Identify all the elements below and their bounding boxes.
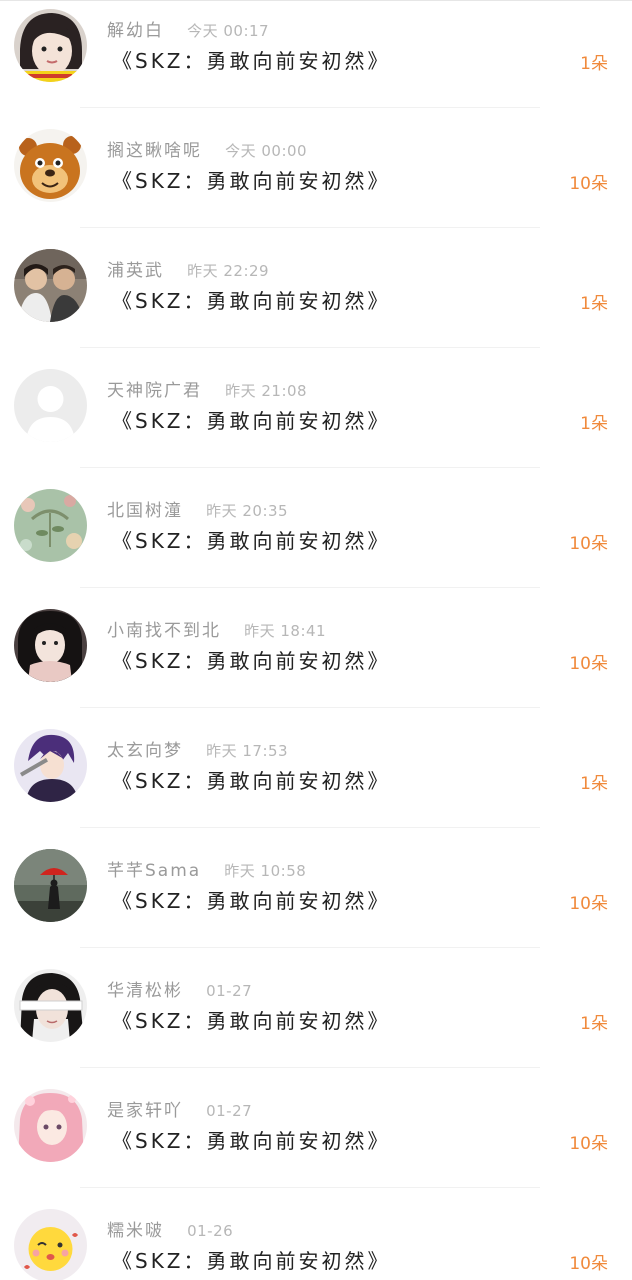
sender-line: 芊芊Sama 昨天 10:58 (107, 859, 306, 883)
divider (80, 707, 540, 708)
timestamp: 昨天 10:58 (224, 862, 307, 880)
list-item[interactable]: 是家轩吖 01-27 《SKZ：勇敢向前安初然》 10朵 (0, 1081, 632, 1201)
avatar[interactable] (14, 609, 87, 682)
sender-name[interactable]: 糯米啵 (107, 1221, 164, 1241)
timestamp: 01-27 (206, 1102, 253, 1120)
timestamp: 01-26 (187, 1222, 234, 1240)
flower-count: 10朵 (569, 174, 608, 194)
sender-name[interactable]: 解幼白 (107, 21, 164, 41)
sender-line: 华清松彬 01-27 (107, 979, 252, 1003)
sender-line: 北国树潼 昨天 20:35 (107, 499, 288, 523)
gift-title: 《SKZ：勇敢向前安初然》 (112, 1009, 391, 1033)
avatar[interactable] (14, 369, 87, 442)
gift-title: 《SKZ：勇敢向前安初然》 (112, 769, 391, 793)
sender-line: 小南找不到北 昨天 18:41 (107, 619, 326, 643)
gift-list: 解幼白 今天 00:17 《SKZ：勇敢向前安初然》 1朵 搁这瞅啥呢 今天 0… (0, 0, 632, 1280)
gift-title: 《SKZ：勇敢向前安初然》 (112, 889, 391, 913)
avatar[interactable] (14, 9, 87, 82)
timestamp: 01-27 (206, 982, 253, 1000)
list-item[interactable]: 北国树潼 昨天 20:35 《SKZ：勇敢向前安初然》 10朵 (0, 481, 632, 601)
flower-count: 10朵 (569, 1254, 608, 1274)
sender-name[interactable]: 太玄向梦 (107, 741, 183, 761)
avatar[interactable] (14, 249, 87, 322)
avatar[interactable] (14, 729, 87, 802)
avatar[interactable] (14, 129, 87, 202)
avatar[interactable] (14, 849, 87, 922)
sender-name[interactable]: 浦英武 (107, 261, 164, 281)
divider (80, 1067, 540, 1068)
avatar[interactable] (14, 1089, 87, 1162)
avatar[interactable] (14, 489, 87, 562)
default-avatar (14, 369, 87, 442)
timestamp: 昨天 21:08 (225, 382, 308, 400)
sender-line: 浦英武 昨天 22:29 (107, 259, 269, 283)
pink-hair-avatar (14, 1089, 87, 1162)
sender-line: 解幼白 今天 00:17 (107, 19, 269, 43)
divider (80, 1187, 540, 1188)
divider (80, 107, 540, 108)
list-item[interactable]: 浦英武 昨天 22:29 《SKZ：勇敢向前安初然》 1朵 (0, 241, 632, 361)
girl-scarf-avatar (14, 609, 87, 682)
sender-name[interactable]: 小南找不到北 (107, 621, 221, 641)
couple-photo-avatar (14, 249, 87, 322)
gift-title: 《SKZ：勇敢向前安初然》 (112, 1129, 391, 1153)
avatar[interactable] (14, 1209, 87, 1280)
girl-photo-avatar (14, 9, 87, 82)
flower-count: 1朵 (580, 294, 608, 314)
blindfold-girl-avatar (14, 969, 87, 1042)
divider (80, 587, 540, 588)
flower-count: 10朵 (569, 1134, 608, 1154)
gift-title: 《SKZ：勇敢向前安初然》 (112, 289, 391, 313)
list-item[interactable]: 芊芊Sama 昨天 10:58 《SKZ：勇敢向前安初然》 10朵 (0, 841, 632, 961)
list-item[interactable]: 华清松彬 01-27 《SKZ：勇敢向前安初然》 1朵 (0, 961, 632, 1081)
sender-name[interactable]: 是家轩吖 (107, 1101, 183, 1121)
list-item[interactable]: 解幼白 今天 00:17 《SKZ：勇敢向前安初然》 1朵 (0, 1, 632, 121)
gift-title: 《SKZ：勇敢向前安初然》 (112, 529, 391, 553)
timestamp: 昨天 20:35 (206, 502, 289, 520)
divider (80, 947, 540, 948)
gift-title: 《SKZ：勇敢向前安初然》 (112, 169, 391, 193)
gift-title: 《SKZ：勇敢向前安初然》 (112, 49, 391, 73)
flower-count: 10朵 (569, 654, 608, 674)
list-item[interactable]: 天神院广君 昨天 21:08 《SKZ：勇敢向前安初然》 1朵 (0, 361, 632, 481)
divider (80, 227, 540, 228)
sender-name[interactable]: 天神院广君 (107, 381, 202, 401)
umbrella-avatar (14, 849, 87, 922)
cartoon-bear-avatar (14, 129, 87, 202)
timestamp: 昨天 18:41 (244, 622, 327, 640)
list-item[interactable]: 糯米啵 01-26 《SKZ：勇敢向前安初然》 10朵 (0, 1201, 632, 1280)
sender-name[interactable]: 搁这瞅啥呢 (107, 141, 202, 161)
divider (80, 347, 540, 348)
timestamp: 今天 00:17 (187, 22, 270, 40)
gift-title: 《SKZ：勇敢向前安初然》 (112, 649, 391, 673)
sender-line: 搁这瞅啥呢 今天 00:00 (107, 139, 307, 163)
sender-line: 天神院广君 昨天 21:08 (107, 379, 307, 403)
list-item[interactable]: 太玄向梦 昨天 17:53 《SKZ：勇敢向前安初然》 1朵 (0, 721, 632, 841)
sender-line: 是家轩吖 01-27 (107, 1099, 252, 1123)
floral-pattern-avatar (14, 489, 87, 562)
sender-name[interactable]: 华清松彬 (107, 981, 183, 1001)
list-item[interactable]: 搁这瞅啥呢 今天 00:00 《SKZ：勇敢向前安初然》 10朵 (0, 121, 632, 241)
list-item[interactable]: 小南找不到北 昨天 18:41 《SKZ：勇敢向前安初然》 10朵 (0, 601, 632, 721)
sender-line: 糯米啵 01-26 (107, 1219, 233, 1243)
sender-line: 太玄向梦 昨天 17:53 (107, 739, 288, 763)
flower-count: 1朵 (580, 54, 608, 74)
gift-title: 《SKZ：勇敢向前安初然》 (112, 1249, 391, 1273)
flower-count: 1朵 (580, 1014, 608, 1034)
flower-count: 10朵 (569, 894, 608, 914)
avatar[interactable] (14, 969, 87, 1042)
timestamp: 昨天 17:53 (206, 742, 289, 760)
gift-title: 《SKZ：勇敢向前安初然》 (112, 409, 391, 433)
sender-name[interactable]: 北国树潼 (107, 501, 183, 521)
divider (80, 467, 540, 468)
cute-emoji-avatar (14, 1209, 87, 1280)
timestamp: 今天 00:00 (225, 142, 308, 160)
divider (80, 827, 540, 828)
flower-count: 1朵 (580, 414, 608, 434)
timestamp: 昨天 22:29 (187, 262, 270, 280)
flower-count: 1朵 (580, 774, 608, 794)
flower-count: 10朵 (569, 534, 608, 554)
anime-boy-avatar (14, 729, 87, 802)
sender-name[interactable]: 芊芊Sama (107, 861, 201, 881)
